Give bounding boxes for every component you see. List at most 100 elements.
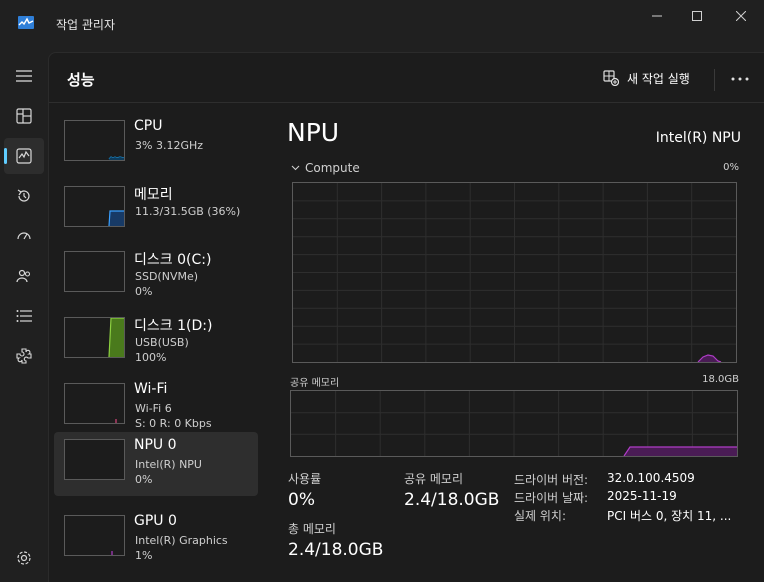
- device-disk-0[interactable]: 디스크 0(C:) SSD(NVMe) 0%: [54, 244, 258, 308]
- device-usage: 0%: [135, 285, 153, 298]
- device-detail: Intel(R) Graphics: [135, 534, 228, 547]
- driver-date-label: 드라이버 날짜:: [514, 491, 589, 505]
- device-gpu-0[interactable]: GPU 0 Intel(R) Graphics 1%: [54, 508, 258, 572]
- nav-performance[interactable]: [4, 138, 44, 174]
- device-detail: 11.3/31.5GB (36%): [135, 205, 241, 218]
- title-bar: 작업 관리자: [0, 0, 764, 40]
- maximize-button[interactable]: [676, 0, 718, 32]
- run-new-task-icon: [603, 70, 619, 86]
- device-model: Intel(R) NPU: [655, 130, 741, 146]
- hamburger-menu-button[interactable]: [4, 58, 44, 94]
- device-memory[interactable]: 메모리 11.3/31.5GB (36%): [54, 179, 258, 243]
- minimize-icon: [652, 15, 662, 17]
- nav-settings[interactable]: [4, 540, 44, 576]
- close-button[interactable]: [720, 0, 762, 32]
- nav-users[interactable]: [4, 258, 44, 294]
- disk-0-thumbnail-graph: [64, 251, 125, 292]
- usage-label: 사용률: [288, 472, 322, 486]
- more-options-icon: [731, 77, 749, 81]
- services-icon: [16, 348, 32, 364]
- memory-thumbnail-graph: [64, 186, 125, 227]
- cpu-sparkline: [108, 156, 124, 160]
- disk-1-sparkline: [108, 318, 124, 357]
- device-detail: SSD(NVMe): [135, 270, 199, 283]
- device-detail: USB(USB): [135, 336, 189, 349]
- wifi-sparkline: [115, 419, 117, 423]
- compute-graph: [292, 182, 737, 363]
- device-detail: Wi-Fi 6: [135, 402, 172, 415]
- device-usage: 1%: [135, 549, 153, 562]
- performance-icon: [16, 148, 32, 164]
- page-title: 성능: [67, 71, 95, 89]
- startup-apps-icon: [17, 232, 31, 240]
- header-divider: [714, 69, 715, 91]
- device-disk-1[interactable]: 디스크 1(D:) USB(USB) 100%: [54, 310, 258, 374]
- processes-icon: [16, 108, 32, 124]
- navigation-rail: [0, 52, 48, 582]
- device-npu-0[interactable]: NPU 0 Intel(R) NPU 0%: [54, 432, 258, 496]
- driver-version-value: 32.0.100.4509: [607, 471, 695, 485]
- nav-processes[interactable]: [4, 98, 44, 134]
- physical-location-value: PCI 버스 0, 장치 11, ...: [607, 509, 732, 523]
- gpu-thumbnail-graph: [64, 515, 125, 556]
- device-name: NPU 0: [134, 437, 177, 453]
- usage-value: 0%: [288, 490, 315, 510]
- run-new-task-label: 새 작업 실행: [627, 71, 690, 86]
- device-usage: 0%: [135, 473, 153, 486]
- shared-memory-graph: [290, 390, 738, 457]
- cpu-thumbnail-graph: [64, 120, 125, 161]
- nav-details[interactable]: [4, 298, 44, 334]
- memory-sparkline: [108, 210, 124, 226]
- maximize-icon: [692, 11, 702, 21]
- users-icon: [16, 269, 31, 283]
- compute-label: Compute: [305, 161, 360, 175]
- close-icon: [736, 11, 746, 21]
- shared-memory-graph-svg: [291, 391, 737, 457]
- device-usage: 100%: [135, 351, 167, 364]
- run-new-task-button[interactable]: 새 작업 실행: [603, 67, 690, 89]
- physical-location-label: 실제 위치:: [514, 509, 567, 523]
- details-icon: [16, 310, 32, 322]
- device-name: 디스크 1(D:): [134, 318, 213, 334]
- device-name: Wi-Fi: [134, 381, 168, 397]
- nav-app-history[interactable]: [4, 178, 44, 214]
- device-wifi[interactable]: Wi-Fi Wi-Fi 6 S: 0 R: 0 Kbps: [54, 376, 258, 440]
- minimize-button[interactable]: [636, 0, 678, 32]
- device-usage: S: 0 R: 0 Kbps: [135, 417, 212, 430]
- more-options-button[interactable]: [727, 69, 753, 89]
- nav-services[interactable]: [4, 338, 44, 374]
- compute-max-percent: 0%: [723, 162, 739, 173]
- total-memory-value: 2.4/18.0GB: [288, 540, 384, 560]
- wifi-thumbnail-graph: [64, 383, 125, 424]
- compute-graph-svg: [293, 183, 736, 363]
- app-history-icon: [17, 189, 30, 202]
- task-manager-app-icon: [18, 16, 34, 29]
- total-memory-label: 총 메모리: [288, 522, 336, 536]
- compute-selector[interactable]: Compute: [291, 161, 360, 175]
- nav-startup-apps[interactable]: [4, 218, 44, 254]
- driver-date-value: 2025-11-19: [607, 489, 677, 503]
- device-detail: Intel(R) NPU: [135, 458, 202, 471]
- device-name: 디스크 0(C:): [134, 252, 212, 268]
- menu-icon: [16, 70, 32, 82]
- shared-memory-graph-label: 공유 메모리: [290, 378, 340, 389]
- window-title: 작업 관리자: [56, 18, 116, 32]
- npu-detail-pane: NPU Intel(R) NPU Compute 0% 공유 메모리 18.0G…: [261, 104, 764, 582]
- active-indicator: [4, 148, 7, 164]
- disk-1-thumbnail-graph: [64, 317, 125, 358]
- device-detail: 3% 3.12GHz: [135, 139, 204, 152]
- shared-memory-max: 18.0GB: [702, 374, 739, 385]
- gpu-sparkline: [111, 551, 113, 555]
- device-name: CPU: [134, 118, 163, 134]
- page-header: 성능 새 작업 실행: [49, 53, 764, 103]
- npu-thumbnail-graph: [64, 439, 125, 480]
- driver-version-label: 드라이버 버전:: [514, 473, 589, 487]
- content-area: 성능 새 작업 실행 CPU 3% 3.12GHz 메모리 11.3/31.5G…: [48, 52, 764, 582]
- device-list: CPU 3% 3.12GHz 메모리 11.3/31.5GB (36%) 디스크…: [49, 104, 261, 582]
- device-name: GPU 0: [134, 513, 177, 529]
- shared-memory-label: 공유 메모리: [404, 472, 464, 486]
- settings-icon: [17, 551, 31, 565]
- shared-memory-value: 2.4/18.0GB: [404, 490, 500, 510]
- device-cpu[interactable]: CPU 3% 3.12GHz: [54, 113, 258, 177]
- device-title: NPU: [287, 118, 340, 147]
